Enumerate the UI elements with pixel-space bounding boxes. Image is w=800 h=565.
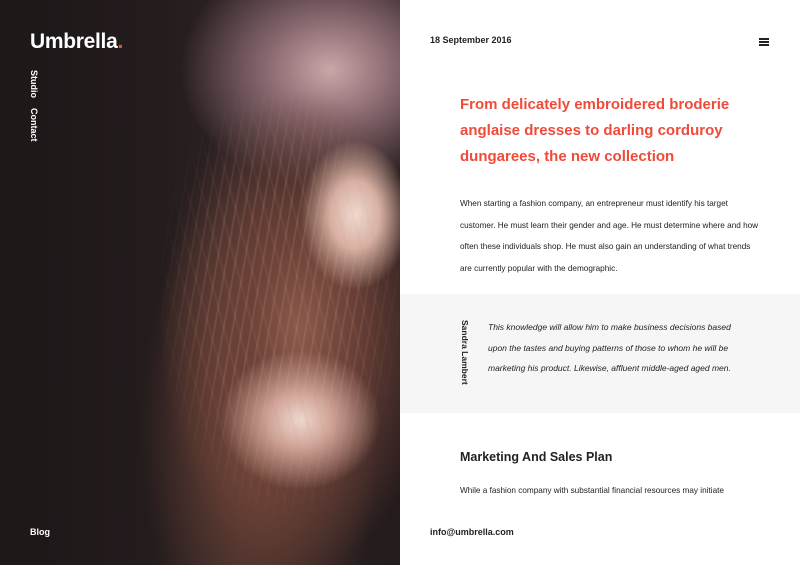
- brand-logo[interactable]: Umbrella.: [30, 30, 123, 54]
- hero-image: Umbrella. Studio Contact Blog: [0, 0, 400, 565]
- quote-author: Sandra Lambert: [460, 320, 470, 385]
- nav-item-contact[interactable]: Contact: [29, 108, 39, 142]
- article-headline: From delicately embroidered broderie ang…: [460, 96, 730, 165]
- article-intro: When starting a fashion company, an entr…: [460, 199, 759, 273]
- brand-dot: .: [117, 30, 124, 53]
- section-title: Marketing And Sales Plan: [460, 450, 613, 464]
- hero-image-texture: [0, 0, 400, 565]
- pull-quote: Sandra Lambert This knowledge will allow…: [400, 294, 800, 413]
- hamburger-menu-icon[interactable]: [759, 36, 771, 47]
- quote-text: This knowledge will allow him to make bu…: [488, 322, 731, 373]
- nav-item-studio[interactable]: Studio: [29, 70, 39, 98]
- brand-name: Umbrella: [30, 30, 118, 53]
- section-excerpt: While a fashion company with substantial…: [460, 486, 724, 495]
- article-date: 18 September 2016: [430, 35, 512, 45]
- contact-email-link[interactable]: info@umbrella.com: [430, 527, 514, 537]
- article-panel: 18 September 2016 From delicately embroi…: [400, 0, 800, 565]
- nav-item-blog[interactable]: Blog: [30, 527, 50, 537]
- side-nav: Studio Contact: [29, 70, 39, 142]
